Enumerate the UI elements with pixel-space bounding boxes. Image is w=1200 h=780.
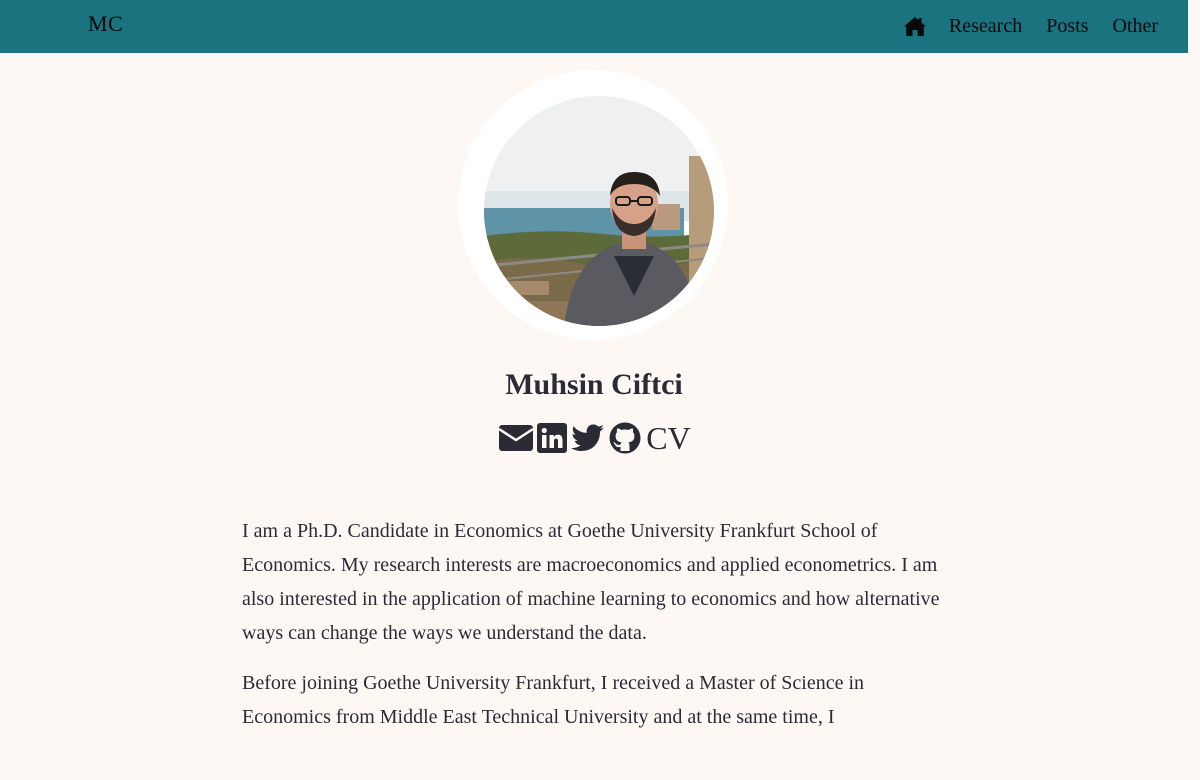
- home-icon[interactable]: [903, 16, 927, 38]
- about-content: I am a Ph.D. Candidate in Economics at G…: [242, 514, 952, 750]
- nav-links: Research Posts Other: [903, 0, 1158, 53]
- envelope-icon[interactable]: [499, 422, 534, 454]
- nav-link-other[interactable]: Other: [1112, 15, 1158, 38]
- linkedin-icon[interactable]: [537, 422, 568, 454]
- twitter-icon[interactable]: [571, 422, 605, 454]
- avatar-frame: [458, 70, 728, 340]
- nav-link-research[interactable]: Research: [949, 15, 1022, 38]
- page-scrollbar[interactable]: [1188, 0, 1200, 780]
- nav-link-posts[interactable]: Posts: [1046, 15, 1088, 38]
- github-icon[interactable]: [609, 422, 641, 454]
- profile-name: Muhsin Ciftci: [505, 368, 683, 401]
- about-paragraph-2: Before joining Goethe University Frankfu…: [242, 672, 865, 728]
- avatar: [484, 96, 714, 326]
- social-links: CV: [0, 422, 1188, 454]
- cv-link[interactable]: CV: [646, 422, 690, 454]
- top-navbar: MC Research Posts Other: [0, 0, 1188, 53]
- about-paragraph-1: I am a Ph.D. Candidate in Economics at G…: [242, 520, 940, 644]
- site-brand-link[interactable]: MC: [88, 11, 123, 37]
